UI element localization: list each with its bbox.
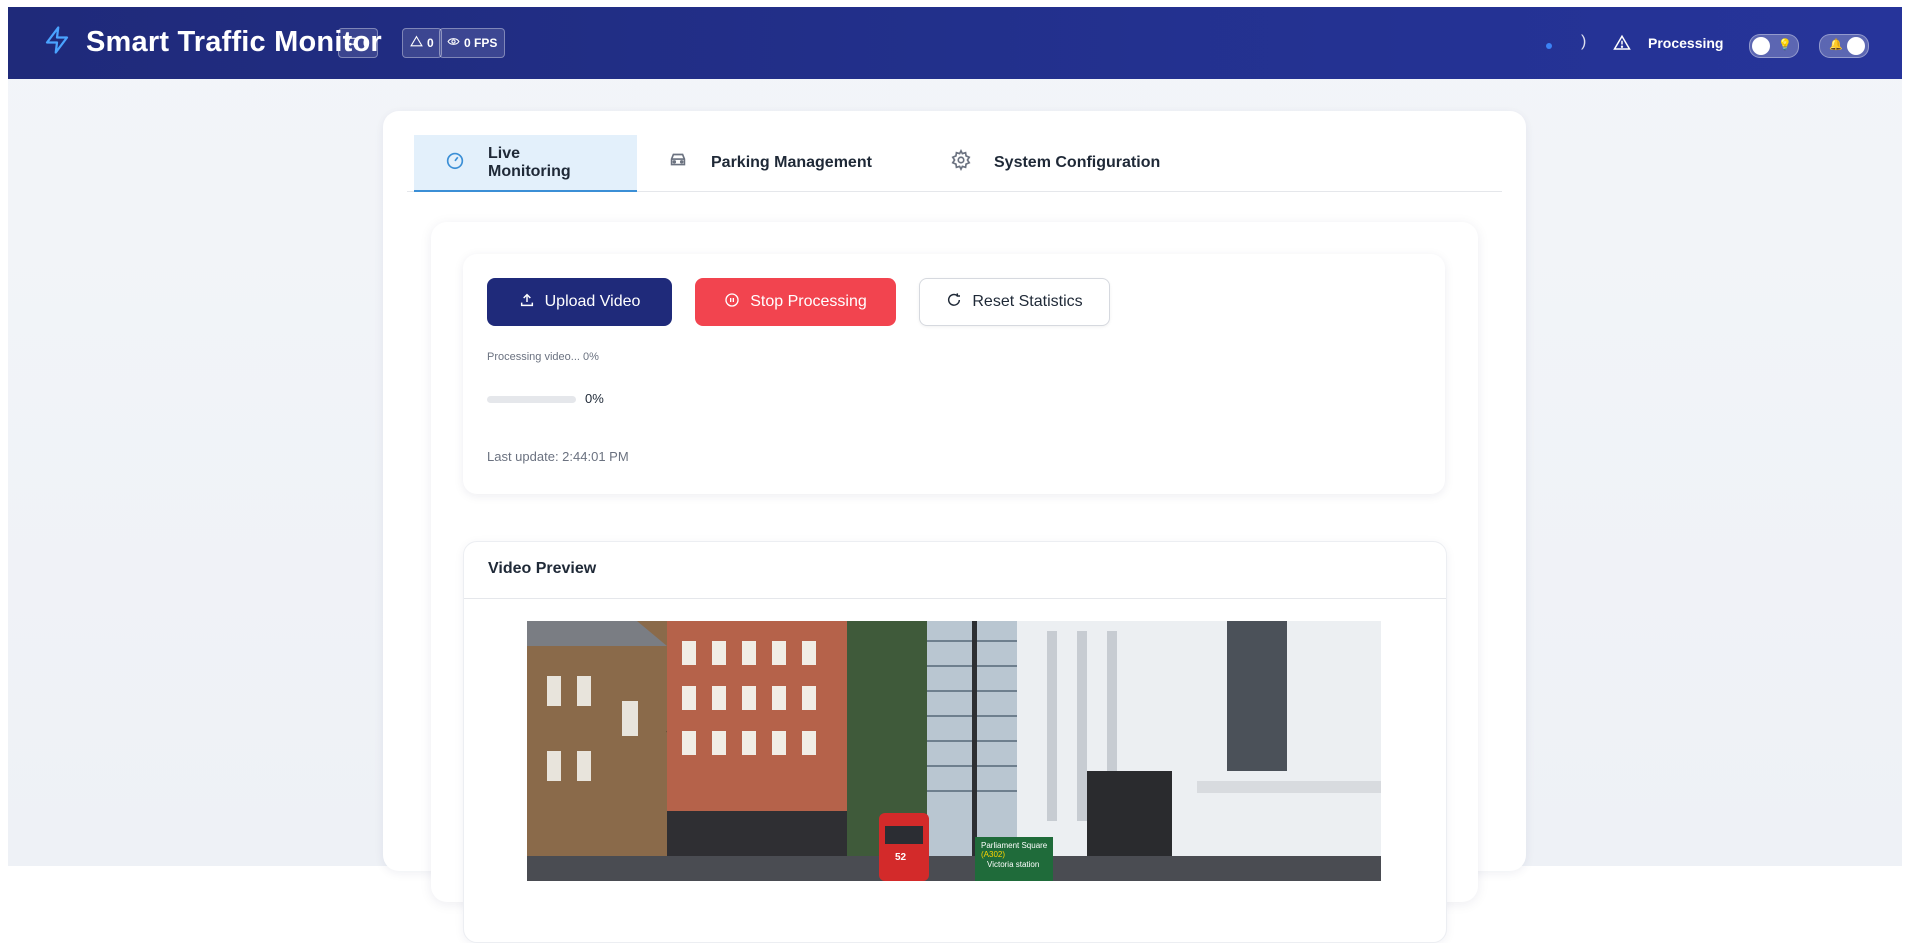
tab-live-monitoring[interactable]: Live Monitoring xyxy=(414,135,637,192)
street-scene-image: 52 Parliament Square (A302) Victoria sta… xyxy=(527,621,1381,881)
warning-icon xyxy=(410,35,423,51)
video-preview-card: Video Preview 52 Parliament Square (A302… xyxy=(463,541,1447,943)
processing-status-text: Processing video... 0% xyxy=(487,351,599,363)
stop-label: Stop Processing xyxy=(750,293,867,310)
bus-number: 52 xyxy=(895,852,907,863)
lightbulb-icon: 💡 xyxy=(1778,39,1792,51)
lightning-bolt-icon xyxy=(42,25,72,60)
fps-value: 0 FPS xyxy=(464,36,498,50)
refresh-icon xyxy=(946,292,962,313)
warning-icon[interactable] xyxy=(1613,34,1631,52)
tab-bar: Live Monitoring Parking Management Syste… xyxy=(407,135,1502,192)
moon-icon[interactable]: ) xyxy=(1581,33,1586,51)
eye-icon xyxy=(447,35,460,51)
upload-icon xyxy=(519,292,535,313)
stop-processing-button[interactable]: Stop Processing xyxy=(695,278,896,326)
toggle-knob xyxy=(1752,37,1770,55)
fps-badge: 0 FPS xyxy=(439,28,506,58)
video-preview-frame[interactable]: 52 Parliament Square (A302) Victoria sta… xyxy=(527,621,1381,881)
vehicle-count: 0 xyxy=(363,36,370,50)
tab-label: Parking Management xyxy=(711,153,872,171)
tab-label: Live Monitoring xyxy=(488,144,571,180)
reset-statistics-button[interactable]: Reset Statistics xyxy=(919,278,1110,326)
tab-label: System Configuration xyxy=(994,153,1161,171)
bell-icon: 🔔 xyxy=(1829,39,1843,51)
sign-line-2: (A302) xyxy=(981,850,1005,859)
speedometer-icon xyxy=(444,149,466,176)
toggle-knob xyxy=(1847,37,1865,55)
upload-label: Upload Video xyxy=(544,293,641,310)
car-icon xyxy=(667,149,689,176)
upload-video-button[interactable]: Upload Video xyxy=(487,278,672,326)
car-icon xyxy=(346,35,359,51)
reset-label: Reset Statistics xyxy=(972,293,1083,310)
theme-toggle[interactable]: 💡 xyxy=(1749,34,1799,58)
alert-count: 0 xyxy=(427,36,434,50)
live-monitoring-panel: Upload Video Stop Processing Reset Stati… xyxy=(431,222,1478,943)
connection-status-dot xyxy=(1546,43,1552,49)
notifications-toggle[interactable]: 🔔 xyxy=(1819,34,1869,58)
video-preview-title: Video Preview xyxy=(488,560,597,577)
controls-card: Upload Video Stop Processing Reset Stati… xyxy=(463,254,1445,494)
vehicle-count-badge: 0 xyxy=(338,28,378,58)
top-navigation-bar: Smart Traffic Monitor 0 0 0 FPS ) Proces… xyxy=(8,7,1902,79)
gear-icon xyxy=(950,148,972,176)
alert-count-badge: 0 xyxy=(402,28,442,58)
main-card: Live Monitoring Parking Management Syste… xyxy=(383,111,1526,943)
tab-parking-management[interactable]: Parking Management xyxy=(637,135,902,190)
sign-line-1: Parliament Square xyxy=(981,841,1048,850)
last-update-text: Last update: 2:44:01 PM xyxy=(487,449,629,464)
processing-status: Processing xyxy=(1648,35,1724,51)
pause-circle-icon xyxy=(724,292,740,313)
brand: Smart Traffic Monitor xyxy=(42,25,382,60)
sign-line-3: Victoria station xyxy=(987,860,1039,869)
tab-system-configuration[interactable]: System Configuration xyxy=(920,135,1190,190)
progress-bar xyxy=(487,396,576,403)
divider xyxy=(464,598,1446,599)
progress-percent: 0% xyxy=(585,391,604,406)
